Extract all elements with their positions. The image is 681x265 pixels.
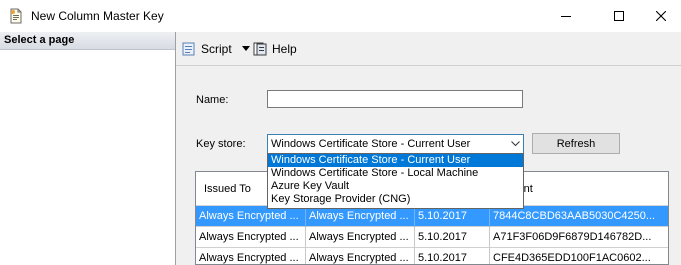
help-book-icon	[253, 42, 267, 56]
script-label: Script	[201, 42, 232, 56]
keystore-dropdown[interactable]: Windows Certificate Store - Current User	[267, 134, 524, 154]
close-button[interactable]	[640, 0, 681, 32]
select-page-header: Select a page	[0, 32, 175, 50]
content-pane: Script Help Name: Key store: Windows Cer…	[176, 32, 681, 265]
keystore-selected-value: Windows Certificate Store - Current User	[271, 138, 471, 150]
window-title: New Column Master Key	[31, 9, 164, 23]
refresh-button[interactable]: Refresh	[532, 133, 620, 154]
title-bar: New Column Master Key	[0, 0, 681, 32]
table-row[interactable]: Always Encrypted ... Always Encrypted ..…	[196, 227, 668, 248]
keystore-dropdown-list: Windows Certificate Store - Current User…	[267, 153, 524, 209]
keystore-label: Key store:	[196, 138, 246, 150]
cell-expiration: 5.10.2017	[415, 227, 490, 248]
dropdown-option-local-machine[interactable]: Windows Certificate Store - Local Machin…	[268, 167, 523, 180]
cell-issued-by: Always Encrypted ...	[306, 227, 415, 248]
help-button[interactable]: Help	[252, 40, 297, 58]
page-selector-pane: Select a page	[0, 32, 176, 265]
table-row[interactable]: Always Encrypted ... Always Encrypted ..…	[196, 248, 668, 264]
close-icon	[655, 11, 666, 21]
name-input[interactable]	[267, 90, 523, 108]
toolbar: Script Help	[176, 32, 681, 66]
cell-expiration: 5.10.2017	[415, 248, 490, 264]
chevron-down-icon[interactable]	[241, 46, 250, 52]
cell-expiration: 5.10.2017	[415, 206, 490, 227]
cell-issued-to: Always Encrypted ...	[196, 248, 306, 264]
cell-issued-to: Always Encrypted ...	[196, 206, 306, 227]
cell-issued-by: Always Encrypted ...	[306, 248, 415, 264]
script-icon	[182, 42, 195, 56]
name-label: Name:	[196, 94, 229, 106]
chevron-down-icon	[511, 141, 520, 147]
document-icon	[8, 8, 24, 24]
cell-issued-to: Always Encrypted ...	[196, 227, 306, 248]
cell-issued-by: Always Encrypted ...	[306, 206, 415, 227]
cell-thumbprint: CFE4D365EDD100F1AC0602...	[493, 252, 651, 264]
cell-thumbprint: A71F3F06D9F6879D146782D...	[493, 231, 652, 243]
table-row[interactable]: Always Encrypted ... Always Encrypted ..…	[196, 206, 668, 227]
minimize-button[interactable]	[543, 0, 589, 32]
script-button[interactable]: Script	[181, 40, 254, 58]
maximize-icon	[614, 11, 624, 21]
dropdown-option-current-user[interactable]: Windows Certificate Store - Current User	[268, 154, 523, 167]
help-label: Help	[272, 42, 297, 56]
cell-thumbprint: 7844C8CBD63AAB5030C4250...	[493, 210, 656, 222]
minimize-icon	[561, 16, 571, 17]
dropdown-option-key-storage-provider[interactable]: Key Storage Provider (CNG)	[268, 193, 523, 206]
dropdown-option-azure-key-vault[interactable]: Azure Key Vault	[268, 180, 523, 193]
maximize-button[interactable]	[596, 0, 642, 32]
